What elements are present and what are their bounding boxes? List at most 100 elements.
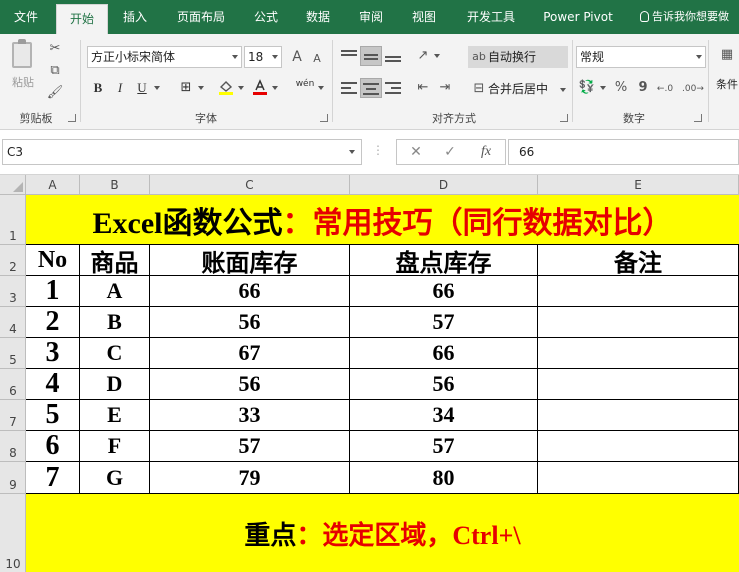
row-header-10[interactable]: 10 [0,494,26,572]
tab-developer[interactable]: 开发工具 [456,0,526,34]
header-cell-remarks[interactable]: 备注 [538,245,739,276]
italic-button[interactable]: I [110,78,130,98]
table-cell-product[interactable]: F [80,431,150,462]
footer-tip-cell[interactable]: 重点 ：选定区域，Ctrl+\ [26,494,739,572]
chevron-down-icon[interactable] [434,54,440,58]
table-cell-counted-stock[interactable]: 57 [350,431,538,462]
tab-review[interactable]: 审阅 [348,0,394,34]
table-cell-product[interactable]: A [80,276,150,307]
align-center-button[interactable] [360,78,382,98]
table-cell-book-stock[interactable]: 57 [150,431,350,462]
paste-button[interactable]: 粘贴 [6,39,40,100]
table-cell-product[interactable]: C [80,338,150,369]
percent-button[interactable]: % [612,79,630,97]
align-top-button[interactable] [338,46,360,66]
row-header-4[interactable]: 4 [0,307,26,338]
format-painter-icon[interactable]: 🖌 [46,84,64,102]
chevron-down-icon[interactable] [272,86,278,90]
shrink-font-button[interactable]: A [308,50,326,68]
copy-icon[interactable]: ⧉ [46,62,64,80]
tab-insert[interactable]: 插入 [112,0,158,34]
table-cell-book-stock[interactable]: 66 [150,276,350,307]
conditional-formatting-button[interactable]: ▦ 条件 [716,42,739,102]
table-cell-remarks[interactable] [538,400,739,431]
table-cell-no[interactable]: 3 [26,338,80,369]
decrease-indent-icon[interactable]: ⇤ [414,79,432,97]
wrap-text-button[interactable]: ab 自动换行 [468,46,568,68]
decrease-decimal-icon[interactable]: .00→ [682,80,704,98]
table-cell-remarks[interactable] [538,276,739,307]
number-launcher-icon[interactable] [694,114,702,122]
table-cell-counted-stock[interactable]: 80 [350,462,538,494]
chevron-down-icon[interactable] [600,86,606,90]
increase-decimal-icon[interactable]: ←.0 [656,80,674,98]
tab-power-pivot[interactable]: Power Pivot [536,0,620,34]
font-size-select[interactable]: 18 [244,46,282,68]
cancel-icon[interactable]: ✕ [401,140,431,164]
column-header-d[interactable]: D [350,175,538,195]
align-right-button[interactable] [382,78,404,98]
table-cell-product[interactable]: D [80,369,150,400]
bold-button[interactable]: B [88,78,108,98]
font-name-select[interactable]: 方正小标宋简体 [87,46,242,68]
tab-home[interactable]: 开始 [56,4,108,34]
align-middle-button[interactable] [360,46,382,66]
grow-font-button[interactable]: A [288,48,306,66]
row-header-5[interactable]: 5 [0,338,26,369]
row-header-9[interactable]: 9 [0,462,26,494]
header-cell-book-stock[interactable]: 账面库存 [150,245,350,276]
column-header-e[interactable]: E [538,175,739,195]
enter-icon[interactable]: ✓ [435,140,465,164]
table-cell-book-stock[interactable]: 67 [150,338,350,369]
font-launcher-icon[interactable] [320,114,328,122]
table-cell-remarks[interactable] [538,431,739,462]
row-header-1[interactable]: 1 [0,195,26,245]
font-color-icon[interactable] [250,78,270,98]
chevron-down-icon[interactable] [318,86,324,90]
orientation-icon[interactable]: ↗ [414,47,432,65]
table-cell-no[interactable]: 7 [26,462,80,494]
table-cell-counted-stock[interactable]: 56 [350,369,538,400]
table-cell-book-stock[interactable]: 56 [150,369,350,400]
row-header-2[interactable]: 2 [0,245,26,276]
tab-file[interactable]: 文件 [0,0,52,34]
header-cell-counted-stock[interactable]: 盘点库存 [350,245,538,276]
currency-format-icon[interactable]: 💱 [578,79,596,97]
table-cell-book-stock[interactable]: 56 [150,307,350,338]
borders-icon[interactable]: ⊞ [176,78,196,98]
table-cell-book-stock[interactable]: 33 [150,400,350,431]
chevron-down-icon[interactable] [154,86,160,90]
tab-page-layout[interactable]: 页面布局 [166,0,236,34]
table-cell-counted-stock[interactable]: 57 [350,307,538,338]
merge-center-button[interactable]: ⊟ 合并后居中 [468,78,568,100]
table-cell-no[interactable]: 1 [26,276,80,307]
table-cell-counted-stock[interactable]: 34 [350,400,538,431]
row-header-3[interactable]: 3 [0,276,26,307]
insert-function-button[interactable]: fx [471,140,501,164]
align-left-button[interactable] [338,78,360,98]
table-cell-remarks[interactable] [538,338,739,369]
column-header-b[interactable]: B [80,175,150,195]
column-header-c[interactable]: C [150,175,350,195]
increase-indent-icon[interactable]: ⇥ [436,79,454,97]
row-header-8[interactable]: 8 [0,431,26,462]
table-cell-remarks[interactable] [538,462,739,494]
table-cell-counted-stock[interactable]: 66 [350,338,538,369]
align-bottom-button[interactable] [382,46,404,66]
select-all-button[interactable] [0,175,26,195]
underline-button[interactable]: U [132,78,152,98]
tab-formulas[interactable]: 公式 [244,0,288,34]
comma-style-button[interactable]: 9 [634,79,652,97]
tab-view[interactable]: 视图 [402,0,446,34]
table-cell-product[interactable]: B [80,307,150,338]
table-cell-remarks[interactable] [538,369,739,400]
clipboard-launcher-icon[interactable] [68,114,76,122]
table-cell-counted-stock[interactable]: 66 [350,276,538,307]
formula-input[interactable]: 66 [508,139,739,165]
phonetic-guide-button[interactable]: wén [294,78,316,98]
name-box[interactable]: C3 [2,139,362,165]
table-cell-no[interactable]: 6 [26,431,80,462]
column-header-a[interactable]: A [26,175,80,195]
fill-color-icon[interactable] [216,78,236,98]
table-cell-no[interactable]: 2 [26,307,80,338]
